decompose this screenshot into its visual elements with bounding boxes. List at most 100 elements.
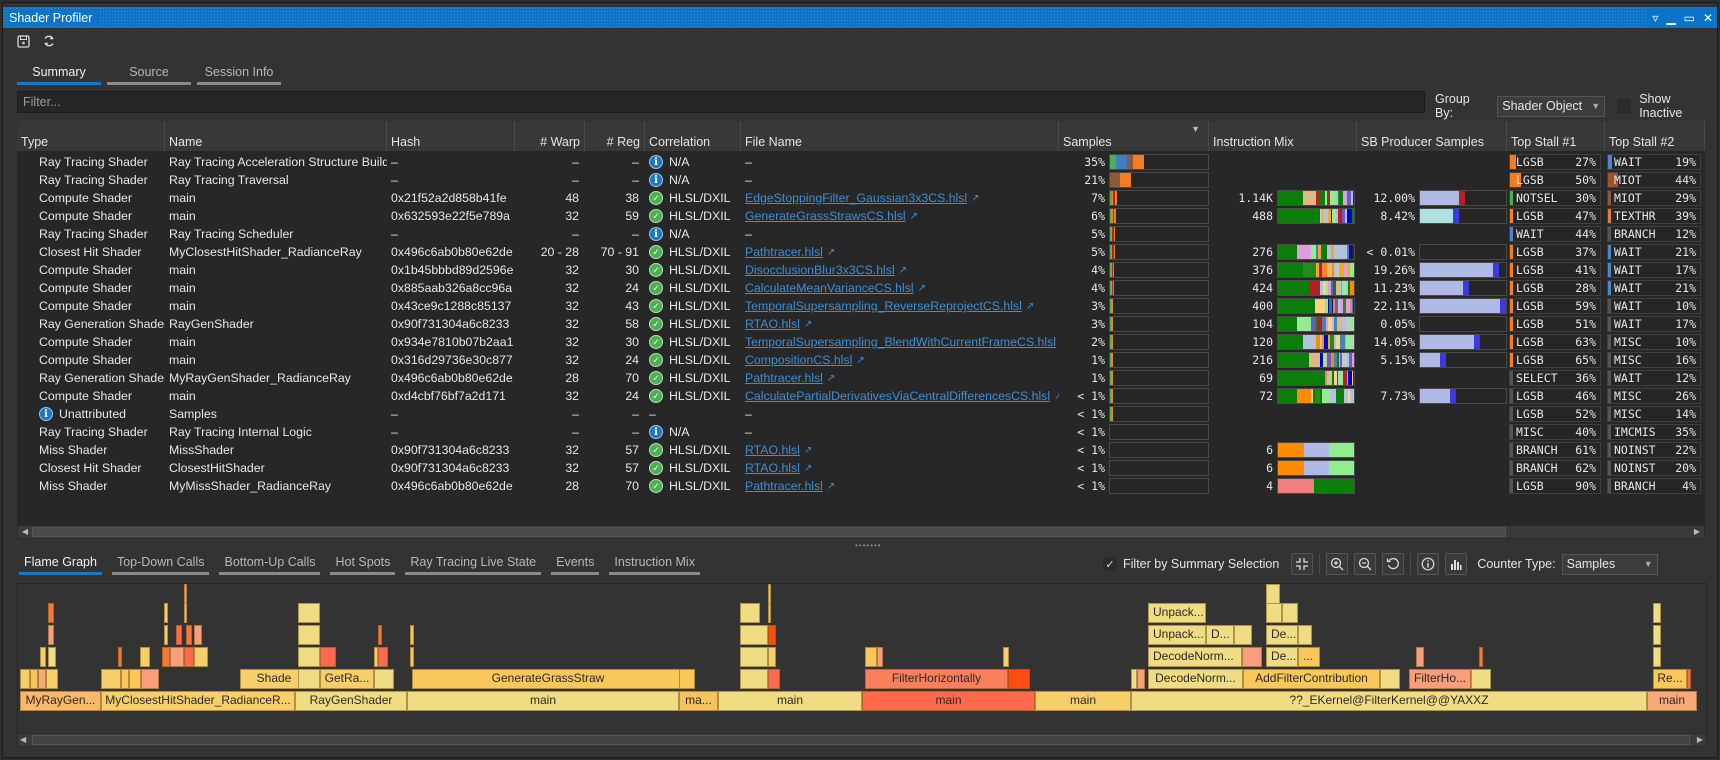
flame-frame[interactable] [1653, 603, 1661, 623]
column-header[interactable]: Instruction Mix [1209, 121, 1357, 151]
file-link[interactable]: RTAO.hlsl [745, 317, 800, 331]
scroll-right-icon[interactable]: ▶ [1697, 734, 1703, 746]
flame-frame[interactable] [118, 647, 122, 667]
flame-frame-root[interactable]: main [1035, 691, 1131, 711]
table-horizontal-scrollbar[interactable]: ◀ ▶ [17, 525, 1705, 539]
reset-icon[interactable] [1382, 553, 1405, 575]
external-link-icon[interactable]: ↗ [856, 355, 864, 366]
flame-frame[interactable] [768, 584, 771, 604]
flame-frame[interactable] [121, 669, 129, 689]
flame-frame[interactable] [1653, 647, 1661, 667]
flame-frame[interactable] [768, 669, 780, 689]
tab-top-down-calls[interactable]: Top-Down Calls [111, 553, 210, 575]
flame-frame[interactable]: FilterHo... [1409, 669, 1471, 689]
flame-frame[interactable] [170, 647, 184, 667]
flame-frame[interactable] [1137, 669, 1145, 689]
tab-instruction-mix[interactable]: Instruction Mix [609, 553, 700, 575]
collapse-icon[interactable] [1291, 553, 1314, 575]
flame-frame[interactable] [410, 625, 414, 645]
external-link-icon[interactable]: ↗ [918, 283, 926, 294]
flame-frame[interactable] [378, 625, 382, 645]
flame-frame[interactable]: GetRa... [320, 669, 374, 689]
column-header[interactable]: Hash [387, 121, 515, 151]
file-link[interactable]: CalculatePartialDerivativesViaCentralDif… [745, 389, 1050, 403]
table-row[interactable]: Compute Shader main 0x934e7810b07b2aa1 32 30… [17, 333, 1705, 351]
flame-frame[interactable] [740, 625, 768, 645]
flame-frame[interactable] [20, 669, 30, 689]
flame-frame-root[interactable]: ??_EKernel@FilterKernel@@YAXXZ [1131, 691, 1647, 711]
flame-frame[interactable] [320, 647, 336, 667]
table-row[interactable]: Ray Tracing Shader Ray Tracing Traversal –… [17, 171, 1705, 189]
flame-frame-root[interactable]: MyClosestHitShader_RadianceR... [101, 691, 295, 711]
flame-frame[interactable] [176, 625, 182, 645]
table-row[interactable]: Ray Tracing Shader Ray Tracing Internal L… [17, 423, 1705, 441]
tab-source[interactable]: Source [107, 63, 191, 85]
external-link-icon[interactable]: ↗ [899, 265, 907, 276]
tab-ray-tracing-live-state[interactable]: Ray Tracing Live State [405, 553, 542, 575]
flame-frame[interactable] [1003, 647, 1009, 667]
filter-input[interactable]: Filter... [17, 91, 1425, 113]
scrollbar-thumb[interactable] [32, 527, 1506, 537]
flame-frame[interactable] [184, 584, 187, 604]
flame-frame[interactable]: DecodeNorm... [1148, 669, 1243, 689]
flame-frame[interactable] [140, 647, 150, 667]
tab-flame-graph[interactable]: Flame Graph [19, 553, 102, 575]
flame-frame[interactable] [1234, 625, 1252, 645]
flame-frame[interactable] [1282, 603, 1298, 623]
column-header[interactable]: # Reg [585, 121, 645, 151]
close-icon[interactable]: ✕ [1703, 12, 1713, 24]
tab-session-info[interactable]: Session Info [197, 63, 281, 85]
flame-frame[interactable] [46, 669, 58, 689]
table-row[interactable]: Ray Tracing Shader Ray Tracing Accelerati… [17, 153, 1705, 171]
flame-frame-root[interactable]: main [1647, 691, 1697, 711]
flame-frame[interactable]: D... [1206, 625, 1234, 645]
flame-frame[interactable] [1471, 669, 1491, 689]
flame-frame[interactable] [740, 603, 760, 623]
flame-frame[interactable] [740, 669, 768, 689]
table-row[interactable]: Closest Hit Shader ClosestHitShader 0x90f7… [17, 459, 1705, 477]
table-row[interactable]: Compute Shader main 0x43ce9c1288c85137 32 43… [17, 297, 1705, 315]
file-link[interactable]: Pathtracer.hlsl [745, 245, 823, 259]
flame-frame[interactable]: AddFilterContribution [1243, 669, 1380, 689]
flame-frame[interactable] [768, 625, 776, 645]
column-header[interactable]: Top Stall #2 [1605, 121, 1705, 151]
scroll-right-icon[interactable]: ▶ [1691, 526, 1703, 538]
flame-frame[interactable] [194, 647, 208, 667]
external-link-icon[interactable]: ↗ [910, 211, 918, 222]
flame-frame[interactable] [679, 669, 695, 689]
flame-frame[interactable] [1242, 647, 1262, 667]
flame-frame[interactable] [298, 625, 320, 645]
flame-frame[interactable] [865, 647, 877, 667]
flame-frame[interactable] [184, 647, 194, 667]
table-row[interactable]: Ray Generation Shader RayGenShader 0x90f73… [17, 315, 1705, 333]
flame-frame[interactable]: De... [1266, 625, 1298, 645]
file-link[interactable]: Pathtracer.hlsl [745, 479, 823, 493]
flame-frame[interactable] [1298, 625, 1312, 645]
file-link[interactable]: TemporalSupersampling_ReverseReprojectCS… [745, 299, 1022, 313]
flame-frame[interactable] [410, 647, 414, 667]
title-bar[interactable]: Shader Profiler ▿ ▁ ▭ ✕ [3, 7, 1717, 28]
external-link-icon[interactable]: ↗ [827, 373, 835, 384]
flame-frame[interactable] [768, 647, 776, 667]
scroll-left-icon[interactable]: ◀ [19, 526, 31, 538]
table-row[interactable]: Compute Shader main 0x316d29736e30c877 32 24… [17, 351, 1705, 369]
external-link-icon[interactable]: ↗ [804, 463, 812, 474]
column-header[interactable]: Name [165, 121, 387, 151]
flame-frame-root[interactable]: ma... [679, 691, 718, 711]
flame-frame[interactable] [1008, 669, 1030, 689]
info-icon[interactable] [1417, 553, 1440, 575]
file-link[interactable]: RTAO.hlsl [745, 443, 800, 457]
table-row[interactable]: Closest Hit Shader MyClosestHitShader_Rad… [17, 243, 1705, 261]
flame-frame[interactable] [1416, 647, 1424, 667]
counter-type-select[interactable]: Samples ▼ [1561, 553, 1658, 575]
maximize-icon[interactable]: ▭ [1684, 12, 1695, 24]
flame-frame[interactable] [298, 603, 320, 623]
chart-icon[interactable] [1445, 553, 1468, 575]
column-header[interactable]: Samples ▼ [1059, 121, 1209, 151]
flame-frame[interactable] [194, 625, 202, 645]
file-link[interactable]: TemporalSupersampling_BlendWithCurrentFr… [745, 335, 1056, 349]
flame-frame[interactable]: DecodeNorm... [1148, 647, 1242, 667]
scrollbar-thumb[interactable] [32, 735, 1690, 745]
show-inactive-checkbox[interactable] [1617, 99, 1632, 113]
file-link[interactable]: EdgeStoppingFilter_Gaussian3x3CS.hlsl [745, 191, 967, 205]
